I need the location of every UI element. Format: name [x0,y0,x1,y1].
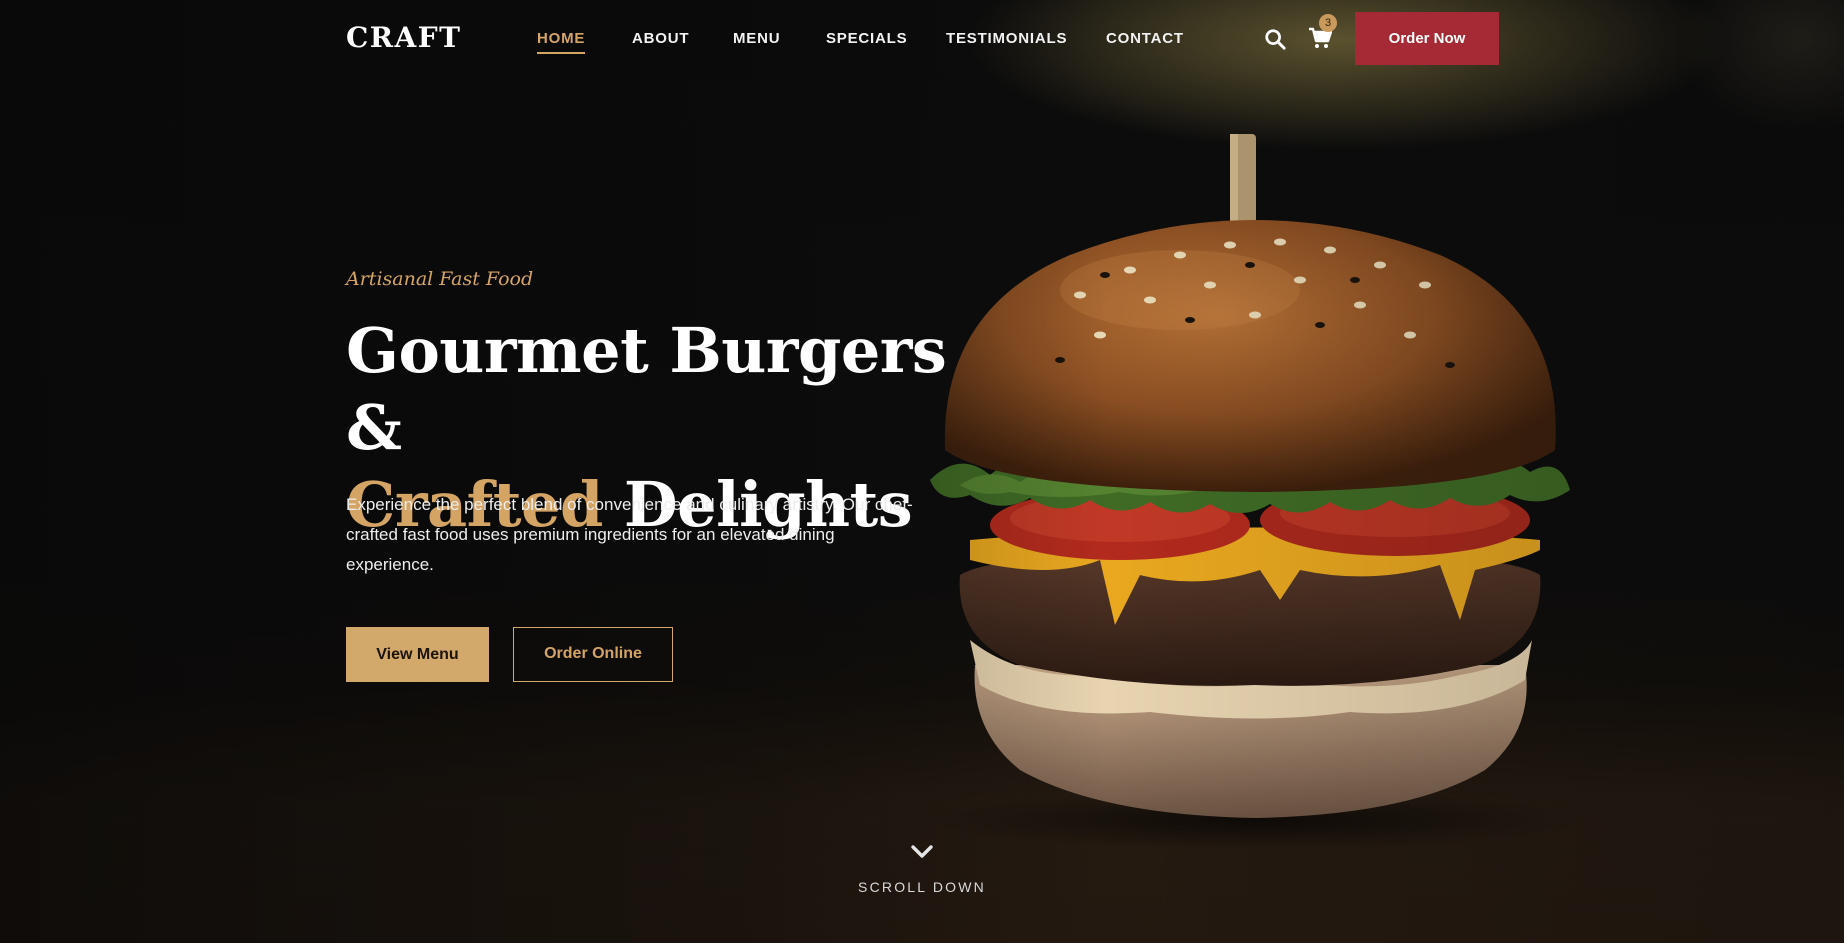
chevron-down-icon[interactable] [910,843,934,861]
main-navigation: CRAFT HOME ABOUT MENU SPECIALS TESTIMONI… [0,0,1844,78]
brand-logo[interactable]: CRAFT [346,21,462,54]
search-icon[interactable] [1264,28,1286,50]
nav-menu[interactable]: MENU [733,30,780,47]
nav-testimonials[interactable]: TESTIMONIALS [946,30,1067,47]
nav-home[interactable]: HOME [537,30,586,54]
headline-line-1: Gourmet Burgers & [346,314,947,464]
burger-image [925,134,1585,850]
order-online-button[interactable]: Order Online [513,627,673,682]
nav-contact[interactable]: CONTACT [1106,30,1184,47]
hero-eyebrow: Artisanal Fast Food [346,268,534,290]
view-menu-button[interactable]: View Menu [346,627,489,682]
nav-about[interactable]: ABOUT [632,30,689,47]
nav-specials[interactable]: SPECIALS [826,30,907,47]
order-now-button[interactable]: Order Now [1355,12,1499,65]
scroll-down-label[interactable]: SCROLL DOWN [822,879,1022,895]
cart-count-badge: 3 [1319,14,1337,32]
hero-description: Experience the perfect blend of convenie… [346,495,913,574]
